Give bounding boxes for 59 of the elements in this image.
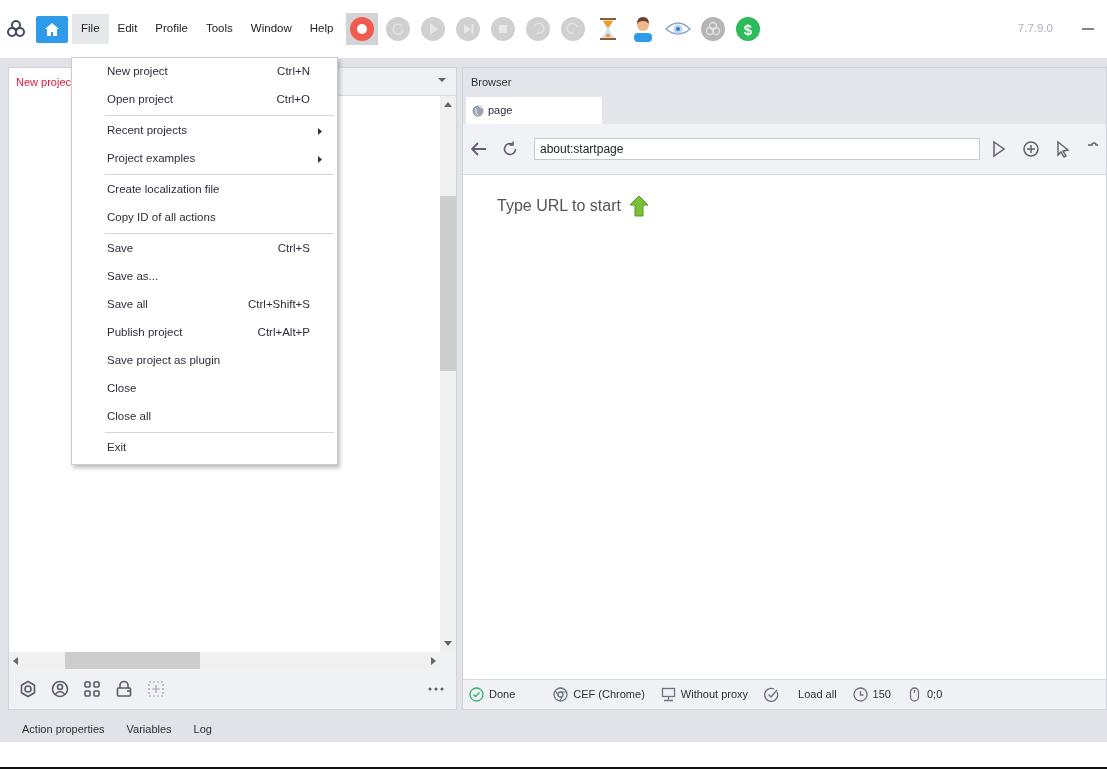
add-icon[interactable] (1022, 140, 1040, 158)
menu-item[interactable]: Profile (146, 14, 197, 44)
up-arrow-icon (628, 195, 649, 217)
horizontal-scrollbar-thumb[interactable] (65, 652, 200, 669)
menu-item[interactable]: File (72, 14, 109, 44)
status-text: 150 (872, 687, 891, 703)
menu-item[interactable]: Help (300, 14, 343, 44)
status-text: Done (489, 687, 516, 703)
status-text: Load all (798, 687, 837, 703)
menu-entry[interactable]: Create localization file (72, 176, 337, 204)
back-arrow-icon[interactable] (471, 142, 487, 156)
menu-entry[interactable]: Exit (72, 434, 337, 462)
status-text: Without proxy (680, 687, 749, 703)
globe-icon (472, 104, 484, 117)
clock-icon (852, 687, 868, 702)
browser-tab[interactable]: page (466, 97, 602, 124)
menu-item[interactable]: Window (241, 14, 301, 44)
panel-tab[interactable]: Variables (115, 717, 183, 742)
scroll-right-arrow-icon[interactable] (431, 656, 436, 665)
panel-tab[interactable]: Log (182, 717, 223, 742)
url-field[interactable]: about:startpage (534, 138, 980, 160)
menu-entry[interactable]: Save as... (72, 263, 337, 291)
menu-entry[interactable]: Project examples (72, 145, 337, 173)
menu-item[interactable]: Tools (196, 14, 242, 44)
start-message: Type URL to start (497, 196, 621, 216)
menu-entry[interactable]: Close all (72, 403, 337, 431)
panel-tab[interactable]: Action properties (11, 717, 116, 742)
menu-entry[interactable]: Save Ctrl+S (72, 235, 337, 263)
monitor-icon (660, 687, 676, 702)
scroll-left-arrow-icon[interactable] (13, 656, 18, 665)
scroll-up-arrow-icon[interactable] (444, 102, 452, 107)
settings-icon[interactable] (19, 680, 37, 698)
menu-entry[interactable]: Copy ID of all actions (72, 204, 337, 232)
lock-icon[interactable] (115, 680, 133, 698)
home-button[interactable] (36, 15, 68, 43)
menu-entry[interactable]: Close (72, 375, 337, 403)
grid-icon[interactable] (83, 680, 101, 698)
menu-entry[interactable]: Save all Ctrl+Shift+S (72, 291, 337, 319)
browser-engine-icon (553, 687, 569, 702)
menu-entry[interactable]: Save project as plugin (72, 347, 337, 375)
check-circle-icon (469, 687, 484, 702)
vertical-scrollbar-thumb[interactable] (440, 196, 456, 371)
record-button[interactable] (346, 13, 379, 45)
menu-entry[interactable]: Recent projects (72, 117, 337, 145)
check-icon (764, 687, 780, 702)
more-icon[interactable] (428, 687, 444, 691)
dropdown-caret-icon[interactable] (438, 78, 446, 83)
cursor-icon[interactable] (1054, 140, 1072, 158)
scroll-down-arrow-icon[interactable] (444, 641, 452, 646)
user-icon[interactable] (51, 680, 69, 698)
status-text: CEF (Chrome) (573, 687, 645, 703)
version-label: 7.7.9.0 (1017, 21, 1053, 37)
reload-icon[interactable] (502, 141, 518, 157)
status-text: 0;0 (926, 687, 943, 703)
menu-entry[interactable]: Publish project Ctrl+Alt+P (72, 319, 337, 347)
home-icon (45, 22, 59, 36)
menu-item[interactable]: Edit (108, 14, 147, 44)
play-icon[interactable] (990, 140, 1008, 158)
app-logo-icon[interactable] (6, 19, 26, 39)
